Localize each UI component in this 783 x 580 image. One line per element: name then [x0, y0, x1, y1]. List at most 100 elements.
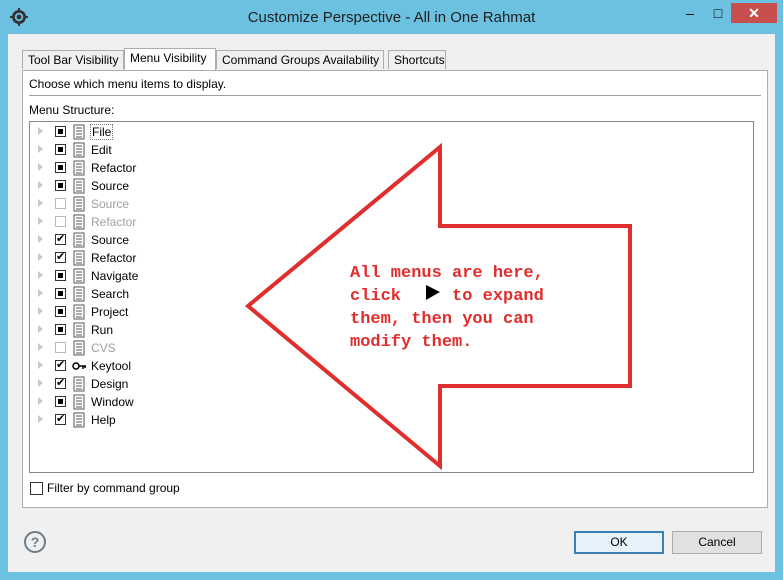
- annotation-line: modify them.: [350, 333, 473, 352]
- filter-checkbox[interactable]: [30, 482, 43, 495]
- tree-item-label: Source: [91, 197, 130, 211]
- tab-shortcuts[interactable]: Shortcuts: [388, 50, 446, 69]
- annotation-line: click to expand: [350, 287, 544, 306]
- tree-item[interactable]: Run: [30, 321, 330, 339]
- item-checkbox[interactable]: [55, 216, 66, 227]
- expand-arrow-icon[interactable]: [38, 397, 43, 405]
- tab-tool-bar-visibility[interactable]: Tool Bar Visibility: [22, 50, 124, 69]
- expand-arrow-icon[interactable]: [38, 361, 43, 369]
- expand-arrow-icon[interactable]: [38, 163, 43, 171]
- expand-arrow-icon[interactable]: [38, 127, 43, 135]
- expand-arrow-icon[interactable]: [38, 181, 43, 189]
- item-checkbox[interactable]: [55, 342, 66, 353]
- expand-arrow-icon[interactable]: [38, 415, 43, 423]
- tree-item[interactable]: Refactor: [30, 213, 330, 231]
- item-checkbox[interactable]: [55, 288, 66, 299]
- tree-item[interactable]: File: [30, 123, 330, 141]
- menu-icon: [73, 268, 85, 284]
- menu-structure-label: Menu Structure:: [29, 103, 115, 117]
- item-checkbox[interactable]: [55, 358, 66, 371]
- tree-item[interactable]: Window: [30, 393, 330, 411]
- tab-menu-visibility[interactable]: Menu Visibility: [124, 48, 216, 70]
- item-checkbox[interactable]: [55, 250, 66, 263]
- help-icon[interactable]: ?: [24, 531, 46, 553]
- expand-arrow-icon[interactable]: [38, 145, 43, 153]
- tree-item[interactable]: Source: [30, 195, 330, 213]
- item-checkbox[interactable]: [55, 396, 66, 407]
- menu-icon: [73, 286, 85, 302]
- item-checkbox[interactable]: [55, 306, 66, 317]
- title-bar: Customize Perspective - All in One Rahma…: [0, 0, 783, 34]
- dialog-window: Customize Perspective - All in One Rahma…: [0, 0, 783, 580]
- tree-item-label: Edit: [91, 143, 112, 157]
- panel-description: Choose which menu items to display.: [29, 77, 227, 91]
- item-checkbox[interactable]: [55, 412, 66, 425]
- tree-item-label: CVS: [91, 341, 116, 355]
- tree-item[interactable]: Navigate: [30, 267, 330, 285]
- tree-item[interactable]: Project: [30, 303, 330, 321]
- menu-icon: [73, 412, 85, 428]
- menu-icon: [73, 376, 85, 392]
- tree-item[interactable]: Edit: [30, 141, 330, 159]
- filter-label: Filter by command group: [47, 481, 180, 495]
- item-checkbox[interactable]: [55, 324, 66, 335]
- item-checkbox[interactable]: [55, 180, 66, 191]
- tab-command-groups-availability[interactable]: Command Groups Availability: [216, 50, 384, 69]
- tree-item-label: Refactor: [91, 161, 137, 175]
- expand-arrow-icon[interactable]: [38, 253, 43, 261]
- item-checkbox[interactable]: [55, 126, 66, 137]
- expand-arrow-icon[interactable]: [38, 199, 43, 207]
- item-checkbox[interactable]: [55, 144, 66, 155]
- maximize-button[interactable]: □: [708, 4, 728, 24]
- tree-item[interactable]: Help: [30, 411, 330, 429]
- tree-item-label: Design: [91, 377, 129, 391]
- ok-button[interactable]: OK: [574, 531, 664, 554]
- expand-arrow-icon[interactable]: [38, 217, 43, 225]
- expand-arrow-icon[interactable]: [38, 289, 43, 297]
- expand-arrow-icon[interactable]: [38, 343, 43, 351]
- tree-item-label: Keytool: [91, 359, 132, 373]
- key-icon: [72, 362, 86, 370]
- tree-item[interactable]: Keytool: [30, 357, 330, 375]
- tree-item[interactable]: Source: [30, 231, 330, 249]
- item-checkbox[interactable]: [55, 162, 66, 173]
- menu-icon: [73, 160, 85, 176]
- menu-icon: [73, 322, 85, 338]
- tree-item-label: Source: [91, 233, 130, 247]
- item-checkbox[interactable]: [55, 232, 66, 245]
- cancel-button[interactable]: Cancel: [672, 531, 762, 554]
- item-checkbox[interactable]: [55, 198, 66, 209]
- item-checkbox[interactable]: [55, 270, 66, 281]
- menu-icon: [73, 214, 85, 230]
- menu-icon: [73, 124, 85, 140]
- tree-item[interactable]: Source: [30, 177, 330, 195]
- tree-item-label: Window: [91, 395, 134, 409]
- tree-item-label: Run: [91, 323, 114, 337]
- menu-icon: [73, 340, 85, 356]
- tree-item-label: Source: [91, 179, 130, 193]
- menu-icon: [73, 196, 85, 212]
- tree-item[interactable]: Design: [30, 375, 330, 393]
- menu-icon: [73, 232, 85, 248]
- menu-icon: [73, 394, 85, 410]
- annotation-line: All menus are here,: [350, 264, 544, 283]
- expand-arrow-icon[interactable]: [38, 235, 43, 243]
- expand-arrow-icon[interactable]: [38, 325, 43, 333]
- annotation-line: them, then you can: [350, 310, 534, 329]
- menu-icon: [73, 250, 85, 266]
- minimize-button[interactable]: –: [680, 4, 700, 24]
- annotation-text: All menus are here, click to expand them…: [350, 262, 610, 354]
- item-checkbox[interactable]: [55, 376, 66, 389]
- tree-item[interactable]: Refactor: [30, 159, 330, 177]
- close-button[interactable]: ✕: [731, 3, 777, 23]
- tree-item[interactable]: Search: [30, 285, 330, 303]
- tree-item-label: Navigate: [91, 269, 139, 283]
- tree-item-label: File: [90, 124, 114, 140]
- tree-item-label: Search: [91, 287, 130, 301]
- expand-arrow-icon[interactable]: [38, 307, 43, 315]
- expand-arrow-icon[interactable]: [38, 379, 43, 387]
- tree-item[interactable]: Refactor: [30, 249, 330, 267]
- tree-item[interactable]: CVS: [30, 339, 330, 357]
- expand-arrow-icon[interactable]: [38, 271, 43, 279]
- menu-icon: [73, 304, 85, 320]
